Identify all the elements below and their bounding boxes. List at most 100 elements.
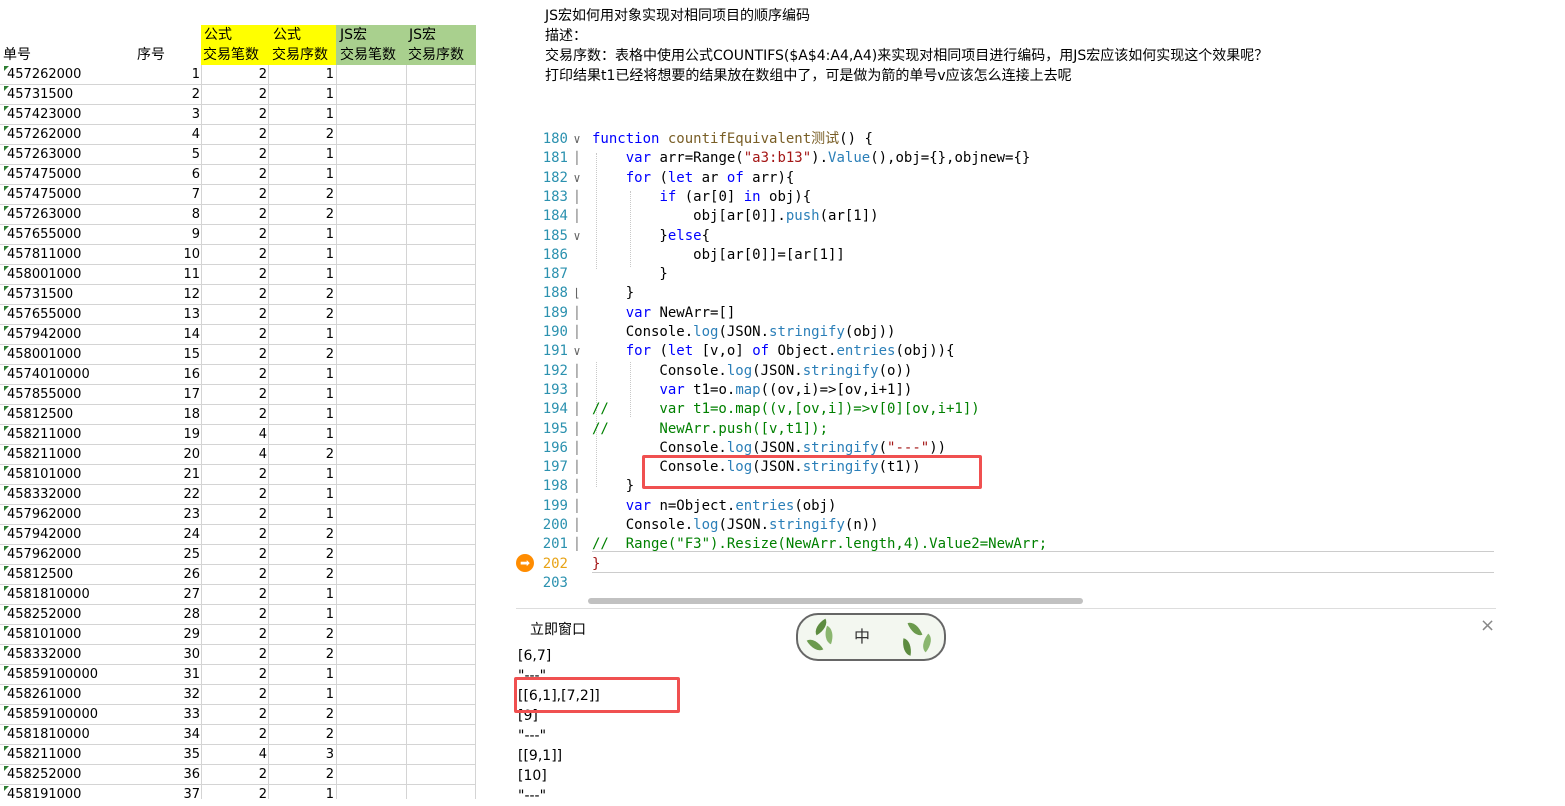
code-line[interactable]: 180 ∨ function countifEquivalent测试() { [516, 130, 1494, 149]
table-row[interactable]: 457655000 13 2 2 [0, 305, 476, 325]
cell-seq[interactable]: 6 [130, 165, 200, 184]
cell-seq[interactable]: 18 [130, 405, 200, 424]
cell-formula-count[interactable]: 2 [201, 765, 267, 784]
table-row[interactable]: 45859100000 31 2 1 [0, 665, 476, 685]
table-row[interactable]: 45812500 18 2 1 [0, 405, 476, 425]
cell-order-no[interactable]: 457962000 [7, 545, 127, 564]
table-row[interactable]: 45731500 2 2 1 [0, 85, 476, 105]
cell-formula-index[interactable]: 1 [268, 425, 334, 444]
cell-seq[interactable]: 33 [130, 705, 200, 724]
cell-formula-index[interactable]: 2 [268, 205, 334, 224]
cell-formula-count[interactable]: 2 [201, 265, 267, 284]
cell-formula-count[interactable]: 2 [201, 645, 267, 664]
cell-seq[interactable]: 7 [130, 185, 200, 204]
cell-order-no[interactable]: 457811000 [7, 245, 127, 264]
cell-formula-index[interactable]: 1 [268, 665, 334, 684]
close-icon[interactable]: × [1480, 617, 1495, 635]
cell-seq[interactable]: 30 [130, 645, 200, 664]
cell-formula-count[interactable]: 2 [201, 185, 267, 204]
cell-formula-count[interactable]: 4 [201, 445, 267, 464]
cell-formula-index[interactable]: 1 [268, 465, 334, 484]
cell-formula-index[interactable]: 1 [268, 585, 334, 604]
cell-order-no[interactable]: 458001000 [7, 345, 127, 364]
table-row[interactable]: 4581810000 27 2 1 [0, 585, 476, 605]
cell-order-no[interactable]: 458261000 [7, 685, 127, 704]
table-row[interactable]: 457962000 25 2 2 [0, 545, 476, 565]
cell-order-no[interactable]: 458001000 [7, 265, 127, 284]
code-line[interactable]: 193 │ var t1=o.map((ov,i)=>[ov,i+1]) [516, 381, 1494, 400]
cell-order-no[interactable]: 45731500 [7, 85, 127, 104]
cell-seq[interactable]: 28 [130, 605, 200, 624]
cell-formula-index[interactable]: 1 [268, 265, 334, 284]
cell-formula-count[interactable]: 2 [201, 325, 267, 344]
table-row[interactable]: 457475000 7 2 2 [0, 185, 476, 205]
cell-formula-count[interactable]: 2 [201, 585, 267, 604]
cell-order-no[interactable]: 4581810000 [7, 725, 127, 744]
cell-formula-count[interactable]: 2 [201, 305, 267, 324]
cell-seq[interactable]: 2 [130, 85, 200, 104]
cell-seq[interactable]: 21 [130, 465, 200, 484]
code-line[interactable]: 190 │ Console.log(JSON.stringify(obj)) [516, 323, 1494, 342]
cell-seq[interactable]: 14 [130, 325, 200, 344]
cell-order-no[interactable]: 457942000 [7, 325, 127, 344]
horizontal-scrollbar[interactable] [588, 598, 1083, 604]
code-line[interactable]: 192 │ Console.log(JSON.stringify(o)) [516, 362, 1494, 381]
code-line[interactable]: 202} [516, 555, 1494, 574]
cell-order-no[interactable]: 4581810000 [7, 585, 127, 604]
cell-formula-index[interactable]: 2 [268, 125, 334, 144]
cell-seq[interactable]: 12 [130, 285, 200, 304]
cell-formula-index[interactable]: 2 [268, 185, 334, 204]
cell-formula-index[interactable]: 2 [268, 345, 334, 364]
fold-chevron-icon[interactable]: ∨ [570, 342, 584, 361]
cell-seq[interactable]: 16 [130, 365, 200, 384]
cell-order-no[interactable]: 457423000 [7, 105, 127, 124]
table-row[interactable]: 458211000 20 4 2 [0, 445, 476, 465]
cell-formula-index[interactable]: 2 [268, 285, 334, 304]
cell-seq[interactable]: 29 [130, 625, 200, 644]
cell-order-no[interactable]: 457475000 [7, 185, 127, 204]
fold-chevron-icon[interactable]: ∨ [570, 130, 584, 149]
cell-formula-count[interactable]: 2 [201, 285, 267, 304]
cell-formula-index[interactable]: 1 [268, 65, 334, 84]
cell-seq[interactable]: 24 [130, 525, 200, 544]
code-line[interactable]: 187 } [516, 265, 1494, 284]
cell-formula-count[interactable]: 2 [201, 145, 267, 164]
cell-formula-index[interactable]: 1 [268, 325, 334, 344]
code-line[interactable]: 184 │ obj[ar[0]].push(ar[1]) [516, 207, 1494, 226]
cell-order-no[interactable]: 457262000 [7, 65, 127, 84]
cell-formula-count[interactable]: 2 [201, 505, 267, 524]
cell-order-no[interactable]: 45731500 [7, 285, 127, 304]
cell-formula-index[interactable]: 2 [268, 305, 334, 324]
cell-order-no[interactable]: 4574010000 [7, 365, 127, 384]
cell-order-no[interactable]: 458101000 [7, 465, 127, 484]
table-row[interactable]: 458191000 37 2 1 [0, 785, 476, 799]
cell-seq[interactable]: 35 [130, 745, 200, 764]
table-row[interactable]: 457962000 23 2 1 [0, 505, 476, 525]
cell-formula-index[interactable]: 1 [268, 365, 334, 384]
cell-seq[interactable]: 15 [130, 345, 200, 364]
cell-formula-count[interactable]: 2 [201, 465, 267, 484]
table-row[interactable]: 457263000 5 2 1 [0, 145, 476, 165]
table-row[interactable]: 458001000 15 2 2 [0, 345, 476, 365]
cell-formula-index[interactable]: 1 [268, 385, 334, 404]
cell-seq[interactable]: 9 [130, 225, 200, 244]
code-line[interactable]: 185 ∨ }else{ [516, 227, 1494, 246]
cell-order-no[interactable]: 45859100000 [7, 705, 127, 724]
cell-seq[interactable]: 34 [130, 725, 200, 744]
code-line[interactable]: 181 │ var arr=Range("a3:b13").Value(),obj… [516, 149, 1494, 168]
fold-chevron-icon[interactable]: ∨ [570, 169, 584, 188]
cell-order-no[interactable]: 457962000 [7, 505, 127, 524]
cell-formula-count[interactable]: 2 [201, 245, 267, 264]
cell-formula-index[interactable]: 1 [268, 505, 334, 524]
cell-formula-count[interactable]: 2 [201, 105, 267, 124]
cell-order-no[interactable]: 457942000 [7, 525, 127, 544]
cell-formula-count[interactable]: 2 [201, 565, 267, 584]
cell-formula-count[interactable]: 2 [201, 625, 267, 644]
table-row[interactable]: 458332000 22 2 1 [0, 485, 476, 505]
table-row[interactable]: 457942000 14 2 1 [0, 325, 476, 345]
code-line[interactable]: 182 ∨ for (let ar of arr){ [516, 169, 1494, 188]
cell-formula-index[interactable]: 1 [268, 105, 334, 124]
table-row[interactable]: 458101000 29 2 2 [0, 625, 476, 645]
cell-formula-count[interactable]: 2 [201, 705, 267, 724]
table-row[interactable]: 457811000 10 2 1 [0, 245, 476, 265]
